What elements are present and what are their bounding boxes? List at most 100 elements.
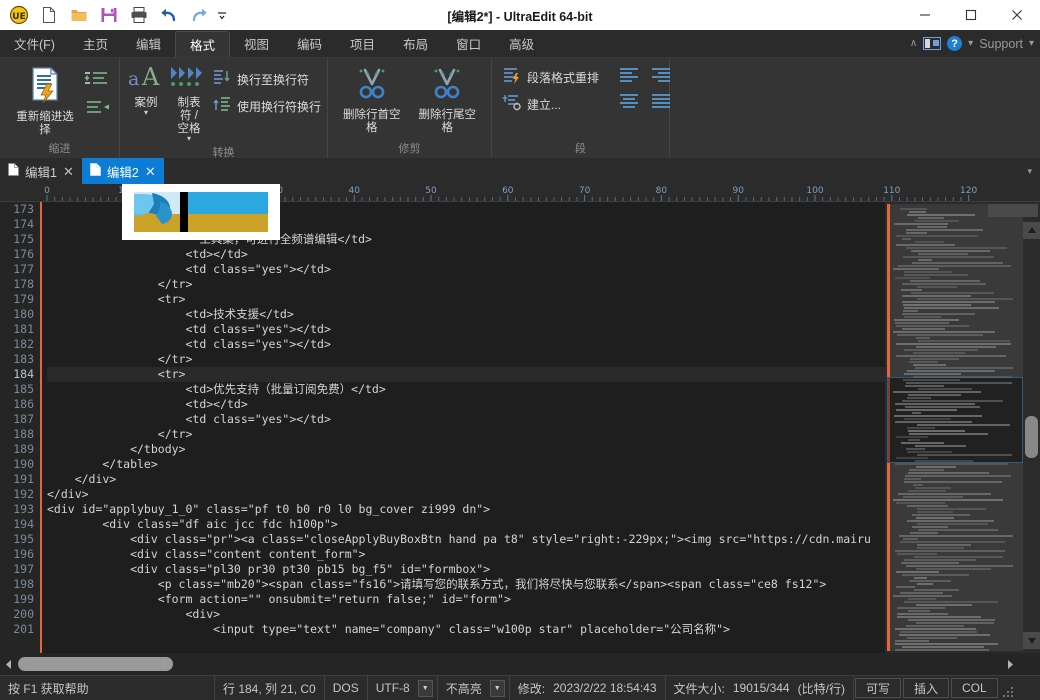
window-layout-icon[interactable]: [923, 37, 942, 50]
status-writable-toggle[interactable]: 可写: [854, 678, 901, 698]
code-line[interactable]: <p class="mb20"><span class="fs16">请填写您的…: [47, 577, 885, 592]
menu-item-edit[interactable]: 编辑: [122, 30, 175, 57]
menu-item-window[interactable]: 窗口: [442, 30, 495, 57]
undo-icon[interactable]: [155, 2, 183, 28]
align-left-icon[interactable]: [618, 66, 640, 89]
code-line[interactable]: <div id="applybuy_1_0" class="pf t0 b0 r…: [47, 502, 885, 517]
code-line[interactable]: </tbody>: [47, 442, 885, 457]
collapse-ribbon-icon[interactable]: ∧: [910, 38, 917, 49]
code-line[interactable]: <td></td>: [47, 247, 885, 262]
support-dropdown-caret-icon[interactable]: ▾: [1029, 38, 1034, 49]
qat-overflow-icon[interactable]: [215, 2, 229, 28]
document-tab-2[interactable]: 编辑2 ✕: [81, 158, 164, 184]
trim-trailing-spaces-button[interactable]: 删除行尾空格: [410, 66, 486, 137]
code-line[interactable]: </tr>: [47, 352, 885, 367]
app-logo-icon[interactable]: UE: [5, 2, 33, 28]
tab-space-dropdown-caret-icon[interactable]: ▾: [187, 135, 191, 143]
code-minimap[interactable]: [885, 202, 1040, 653]
minimap-canvas[interactable]: [887, 204, 1023, 651]
code-line[interactable]: <td>技术支援</td>: [47, 307, 885, 322]
menu-item-advanced[interactable]: 高级: [495, 30, 548, 57]
status-column-mode-toggle[interactable]: COL: [950, 678, 998, 698]
code-text-area[interactable]: 工具集，可进行全频谱编辑</td> <td></td> <td class="y…: [43, 202, 885, 653]
vertical-scroll-thumb[interactable]: [1025, 416, 1038, 458]
maximize-button[interactable]: [948, 0, 994, 30]
code-line[interactable]: <div class="pr"><a class="closeApplyBuyB…: [47, 532, 885, 547]
print-icon[interactable]: [125, 2, 153, 28]
menu-item-layout[interactable]: 布局: [389, 30, 442, 57]
menu-item-view[interactable]: 视图: [230, 30, 283, 57]
status-line-ending[interactable]: DOS: [325, 676, 368, 700]
code-line[interactable]: </tr>: [47, 277, 885, 292]
menu-item-format[interactable]: 格式: [175, 31, 231, 57]
code-editor[interactable]: 173 174 175 176 177 178 179 180 181 182 183 184 185 1…: [0, 202, 885, 653]
scroll-right-arrow-icon[interactable]: [1002, 655, 1018, 673]
status-encoding-select[interactable]: UTF-8 ▼: [368, 676, 438, 700]
tab-space-button[interactable]: 制表符 / 空格 ▾: [166, 60, 212, 144]
code-line[interactable]: <form action="" onsubmit="return false;"…: [47, 592, 885, 607]
help-icon[interactable]: ?: [947, 36, 963, 51]
wrap-to-linebreak-button[interactable]: 换行至换行符: [212, 66, 321, 93]
save-icon[interactable]: [95, 2, 123, 28]
menu-item-encoding[interactable]: 编码: [283, 30, 336, 57]
trim-leading-spaces-button[interactable]: 删除行首空格: [334, 66, 410, 137]
code-line[interactable]: <input type="text" name="company" class=…: [47, 622, 885, 637]
decrease-indent-icon[interactable]: [84, 99, 110, 122]
horizontal-scroll-thumb[interactable]: [18, 657, 173, 671]
encoding-dropdown-caret-icon[interactable]: ▼: [417, 679, 433, 697]
document-tab-2-close-icon[interactable]: ✕: [145, 165, 156, 178]
case-dropdown-caret-icon[interactable]: ▾: [144, 109, 148, 117]
code-line[interactable]: <tr>: [47, 367, 885, 382]
case-button[interactable]: a A 案例 ▾: [126, 60, 166, 118]
horizontal-scroll-track[interactable]: [16, 655, 1002, 673]
code-line[interactable]: <tr>: [47, 292, 885, 307]
scroll-up-arrow-icon[interactable]: [1023, 222, 1040, 239]
code-line[interactable]: </div>: [47, 472, 885, 487]
linebreak-to-wrap-button[interactable]: 使用换行符换行: [212, 93, 321, 120]
document-tab-1-close-icon[interactable]: ✕: [63, 165, 74, 178]
close-button[interactable]: [994, 0, 1040, 30]
scroll-left-arrow-icon[interactable]: [0, 655, 16, 673]
scroll-down-arrow-icon[interactable]: [1023, 632, 1040, 649]
reformat-paragraph-button[interactable]: 段落格式重排: [502, 64, 599, 91]
vertical-scrollbar[interactable]: [988, 202, 1040, 653]
align-center-icon[interactable]: [618, 92, 640, 115]
redo-icon[interactable]: [185, 2, 213, 28]
menu-bar-right-tools: ∧ ? ▾ Support ▾: [910, 30, 1040, 57]
minimize-button[interactable]: [902, 0, 948, 30]
code-line[interactable]: </table>: [47, 457, 885, 472]
code-line[interactable]: <div class="content content_form">: [47, 547, 885, 562]
code-line[interactable]: <td class="yes"></td>: [47, 262, 885, 277]
status-highlight-select[interactable]: 不高亮 ▼: [438, 676, 510, 700]
paragraph-setup-button[interactable]: 建立...: [502, 91, 599, 118]
code-line[interactable]: <td class="yes"></td>: [47, 337, 885, 352]
increase-indent-icon[interactable]: [84, 70, 110, 93]
reindent-selection-button[interactable]: 重新缩进选择: [6, 62, 84, 139]
code-line[interactable]: <td>优先支持（批量订阅免费）</td>: [47, 382, 885, 397]
menu-item-file[interactable]: 文件(F): [0, 30, 69, 57]
align-right-icon[interactable]: [650, 66, 672, 89]
code-line[interactable]: </div>: [47, 487, 885, 502]
code-line[interactable]: <div>: [47, 607, 885, 622]
code-line[interactable]: <td></td>: [47, 397, 885, 412]
tab-overflow-caret-icon[interactable]: ▾: [1019, 158, 1040, 184]
code-line[interactable]: <td class="yes"></td>: [47, 412, 885, 427]
help-dropdown-caret-icon[interactable]: ▾: [968, 38, 973, 49]
code-line[interactable]: <div class="df aic jcc fdc h100p">: [47, 517, 885, 532]
status-cursor-position[interactable]: 行 184, 列 21, C0: [215, 676, 325, 700]
document-tab-1[interactable]: 编辑1 ✕: [0, 158, 82, 184]
resize-grip-icon[interactable]: [999, 676, 1017, 700]
highlight-dropdown-caret-icon[interactable]: ▼: [489, 679, 505, 697]
menu-item-home[interactable]: 主页: [69, 30, 122, 57]
support-link[interactable]: Support: [979, 37, 1023, 51]
align-justify-icon[interactable]: [650, 92, 672, 115]
code-line[interactable]: <div class="pl30 pr30 pt30 pb15 bg_f5" i…: [47, 562, 885, 577]
image-drag-preview-overlay[interactable]: [122, 184, 280, 240]
status-insert-mode-toggle[interactable]: 插入: [902, 678, 949, 698]
horizontal-scrollbar[interactable]: [0, 653, 1040, 675]
new-file-icon[interactable]: [35, 2, 63, 28]
code-line[interactable]: </tr>: [47, 427, 885, 442]
code-line[interactable]: <td class="yes"></td>: [47, 322, 885, 337]
menu-item-project[interactable]: 项目: [336, 30, 389, 57]
open-folder-icon[interactable]: [65, 2, 93, 28]
